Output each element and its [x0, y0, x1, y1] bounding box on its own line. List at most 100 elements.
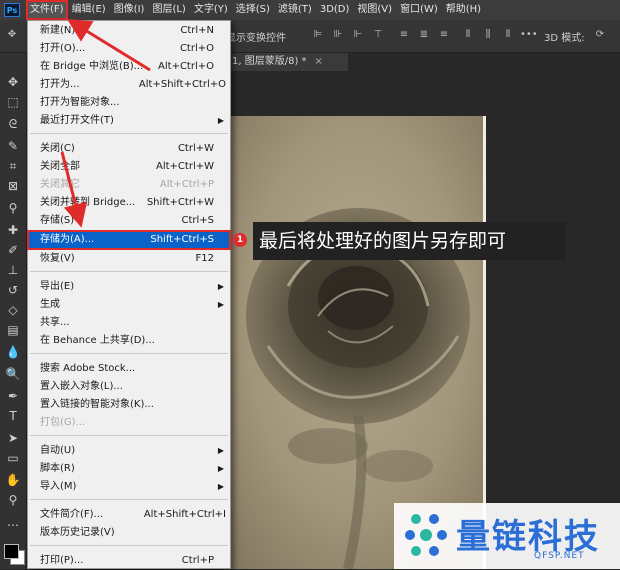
lasso-icon[interactable]: ᘓ [4, 115, 22, 133]
menu-item-save-as[interactable]: 存储为(A)... Shift+Ctrl+S [27, 230, 231, 250]
menu-item-label: 关闭其它 [40, 179, 80, 190]
distribute-right-icon[interactable]: ⫴ [502, 30, 514, 40]
menu-item-place-embedded[interactable]: 置入嵌入对象(L)... [28, 378, 230, 396]
distribute-top-icon[interactable]: ≡ [398, 30, 410, 40]
menu-help[interactable]: 帮助(H) [442, 0, 485, 20]
healing-icon[interactable]: ✚ [4, 221, 22, 239]
align-top-icon[interactable]: ⊤ [372, 30, 384, 40]
menu-item-share[interactable]: 共享... [28, 314, 230, 332]
menu-file[interactable]: 文件(F) [26, 0, 68, 20]
marquee-icon[interactable]: ⬚ [4, 93, 22, 111]
align-left-icon[interactable]: ⊫ [312, 30, 324, 40]
tools-panel: ✥ ⬚ ᘓ ✎ ⌗ ⊠ ⚲ ✚ ✐ ⊥ ↺ ◇ ▤ 💧 🔍 ✒ T ➤ ▭ ✋ … [0, 53, 27, 569]
menu-item-scripts[interactable]: 脚本(R) ▶ [28, 460, 230, 478]
menu-filter[interactable]: 滤镜(T) [274, 0, 316, 20]
menu-item-close-go-bridge[interactable]: 关闭并转到 Bridge... Shift+Ctrl+W [28, 194, 230, 212]
menu-item-open[interactable]: 打开(O)... Ctrl+O [28, 40, 230, 58]
3d-mode-label: 3D 模式: [544, 33, 585, 44]
menu-item-label: 打开为... [40, 79, 80, 90]
move-tool-preset-icon[interactable]: ✥ [6, 30, 18, 40]
submenu-arrow-icon: ▶ [217, 446, 224, 455]
menu-item-share-behance[interactable]: 在 Behance 上共享(D)... [28, 332, 230, 350]
orbit-3d-icon[interactable]: ⟳ [594, 30, 606, 40]
menu-item-open-smart-object[interactable]: 打开为智能对象... [28, 94, 230, 112]
pen-icon[interactable]: ✒ [4, 387, 22, 405]
menu-item-open-as[interactable]: 打开为... Alt+Shift+Ctrl+O [28, 76, 230, 94]
canvas-image[interactable] [228, 116, 486, 569]
menu-item-shortcut: Ctrl+O [179, 43, 214, 54]
menu-item-label: 关闭全部 [40, 161, 80, 172]
menu-item-import[interactable]: 导入(M) ▶ [28, 478, 230, 496]
crop-icon[interactable]: ⌗ [4, 157, 22, 175]
move-icon[interactable]: ✥ [4, 73, 22, 91]
menu-bar: Ps 文件(F) 编辑(E) 图像(I) 图层(L) 文字(Y) 选择(S) 滤… [0, 0, 620, 20]
hand-icon[interactable]: ✋ [4, 471, 22, 489]
menu-item-label: 关闭并转到 Bridge... [40, 197, 136, 208]
menu-item-shortcut: Alt+Shift+Ctrl+I [143, 509, 226, 520]
distribute-center-icon[interactable]: ≣ [418, 30, 430, 40]
menu-item-label: 在 Behance 上共享(D)... [40, 335, 155, 346]
menu-image[interactable]: 图像(I) [110, 0, 149, 20]
menu-separator [30, 435, 228, 436]
menu-3d[interactable]: 3D(D) [316, 0, 354, 20]
menu-item-generate[interactable]: 生成 ▶ [28, 296, 230, 314]
menu-select[interactable]: 选择(S) [232, 0, 274, 20]
align-right-icon[interactable]: ⊩ [352, 30, 364, 40]
menu-item-version-history[interactable]: 版本历史记录(V) [28, 524, 230, 542]
gradient-icon[interactable]: ▤ [4, 321, 22, 339]
frame-icon[interactable]: ⊠ [4, 177, 22, 195]
menu-item-revert[interactable]: 恢复(V) F12 [28, 250, 230, 268]
more-tools-icon[interactable]: … [4, 513, 22, 531]
menu-item-label: 恢复(V) [40, 253, 75, 264]
menu-type[interactable]: 文字(Y) [190, 0, 232, 20]
menu-item-label: 存储(S) [40, 215, 75, 226]
eyedropper-icon[interactable]: ⚲ [4, 199, 22, 217]
eraser-icon[interactable]: ◇ [4, 301, 22, 319]
menu-item-label: 最近打开文件(T) [40, 115, 114, 126]
close-icon[interactable]: × [315, 56, 323, 67]
rectangle-icon[interactable]: ▭ [4, 449, 22, 467]
menu-item-file-info[interactable]: 文件简介(F)... Alt+Shift+Ctrl+I [28, 506, 230, 524]
distribute-bottom-icon[interactable]: ≡ [438, 30, 450, 40]
file-menu-dropdown: 新建(N)... Ctrl+N 打开(O)... Ctrl+O 在 Bridge 中… [27, 20, 231, 569]
show-transform-controls-label[interactable]: 显示变换控件 [226, 29, 286, 44]
menu-view[interactable]: 视图(V) [353, 0, 396, 20]
brush-icon[interactable]: ✐ [4, 241, 22, 259]
foreground-color-swatch[interactable] [4, 544, 19, 559]
menu-item-export[interactable]: 导出(E) ▶ [28, 278, 230, 296]
type-icon[interactable]: T [4, 407, 22, 425]
distribute-hcenter-icon[interactable]: ⫼ [482, 30, 494, 40]
menu-item-label: 文件简介(F)... [40, 509, 104, 520]
instruction-callout: 最后将处理好的图片另存即可 [253, 222, 566, 260]
menu-item-browse-bridge[interactable]: 在 Bridge 中浏览(B)... Alt+Ctrl+O [28, 58, 230, 76]
blur-icon[interactable]: 💧 [4, 343, 22, 361]
menu-item-open-recent[interactable]: 最近打开文件(T) ▶ [28, 112, 230, 130]
menu-item-print[interactable]: 打印(P)... Ctrl+P [28, 552, 230, 570]
menu-item-label: 置入嵌入对象(L)... [40, 381, 123, 392]
menu-window[interactable]: 窗口(W) [396, 0, 442, 20]
quick-select-icon[interactable]: ✎ [4, 137, 22, 155]
path-select-icon[interactable]: ➤ [4, 429, 22, 447]
menu-item-automate[interactable]: 自动(U) ▶ [28, 442, 230, 460]
menu-item-place-linked[interactable]: 置入链接的智能对象(K)... [28, 396, 230, 414]
document-tab[interactable]: 1, 图层蒙版/8) * × [228, 53, 348, 71]
menu-item-label: 自动(U) [40, 445, 76, 456]
rose-photo [228, 116, 486, 569]
dodge-icon[interactable]: 🔍 [4, 365, 22, 383]
more-options-icon[interactable]: ••• [520, 30, 538, 40]
menu-layer[interactable]: 图层(L) [148, 0, 189, 20]
menu-item-close-all[interactable]: 关闭全部 Alt+Ctrl+W [28, 158, 230, 176]
menu-item-label: 搜索 Adobe Stock... [40, 363, 136, 374]
watermark: 量链科技 QFSP.NET [394, 503, 620, 569]
menu-item-search-stock[interactable]: 搜索 Adobe Stock... [28, 360, 230, 378]
menu-item-new[interactable]: 新建(N)... Ctrl+N [28, 22, 230, 40]
zoom-icon[interactable]: ⚲ [4, 491, 22, 509]
menu-item-save[interactable]: 存储(S) Ctrl+S [28, 212, 230, 230]
menu-edit[interactable]: 编辑(E) [68, 0, 110, 20]
menu-item-close[interactable]: 关闭(C) Ctrl+W [28, 140, 230, 158]
history-brush-icon[interactable]: ↺ [4, 281, 22, 299]
stamp-icon[interactable]: ⊥ [4, 261, 22, 279]
align-center-icon[interactable]: ⊪ [332, 30, 344, 40]
distribute-left-icon[interactable]: ⫴ [462, 30, 474, 40]
menu-item-shortcut: Alt+Shift+Ctrl+O [138, 79, 226, 90]
